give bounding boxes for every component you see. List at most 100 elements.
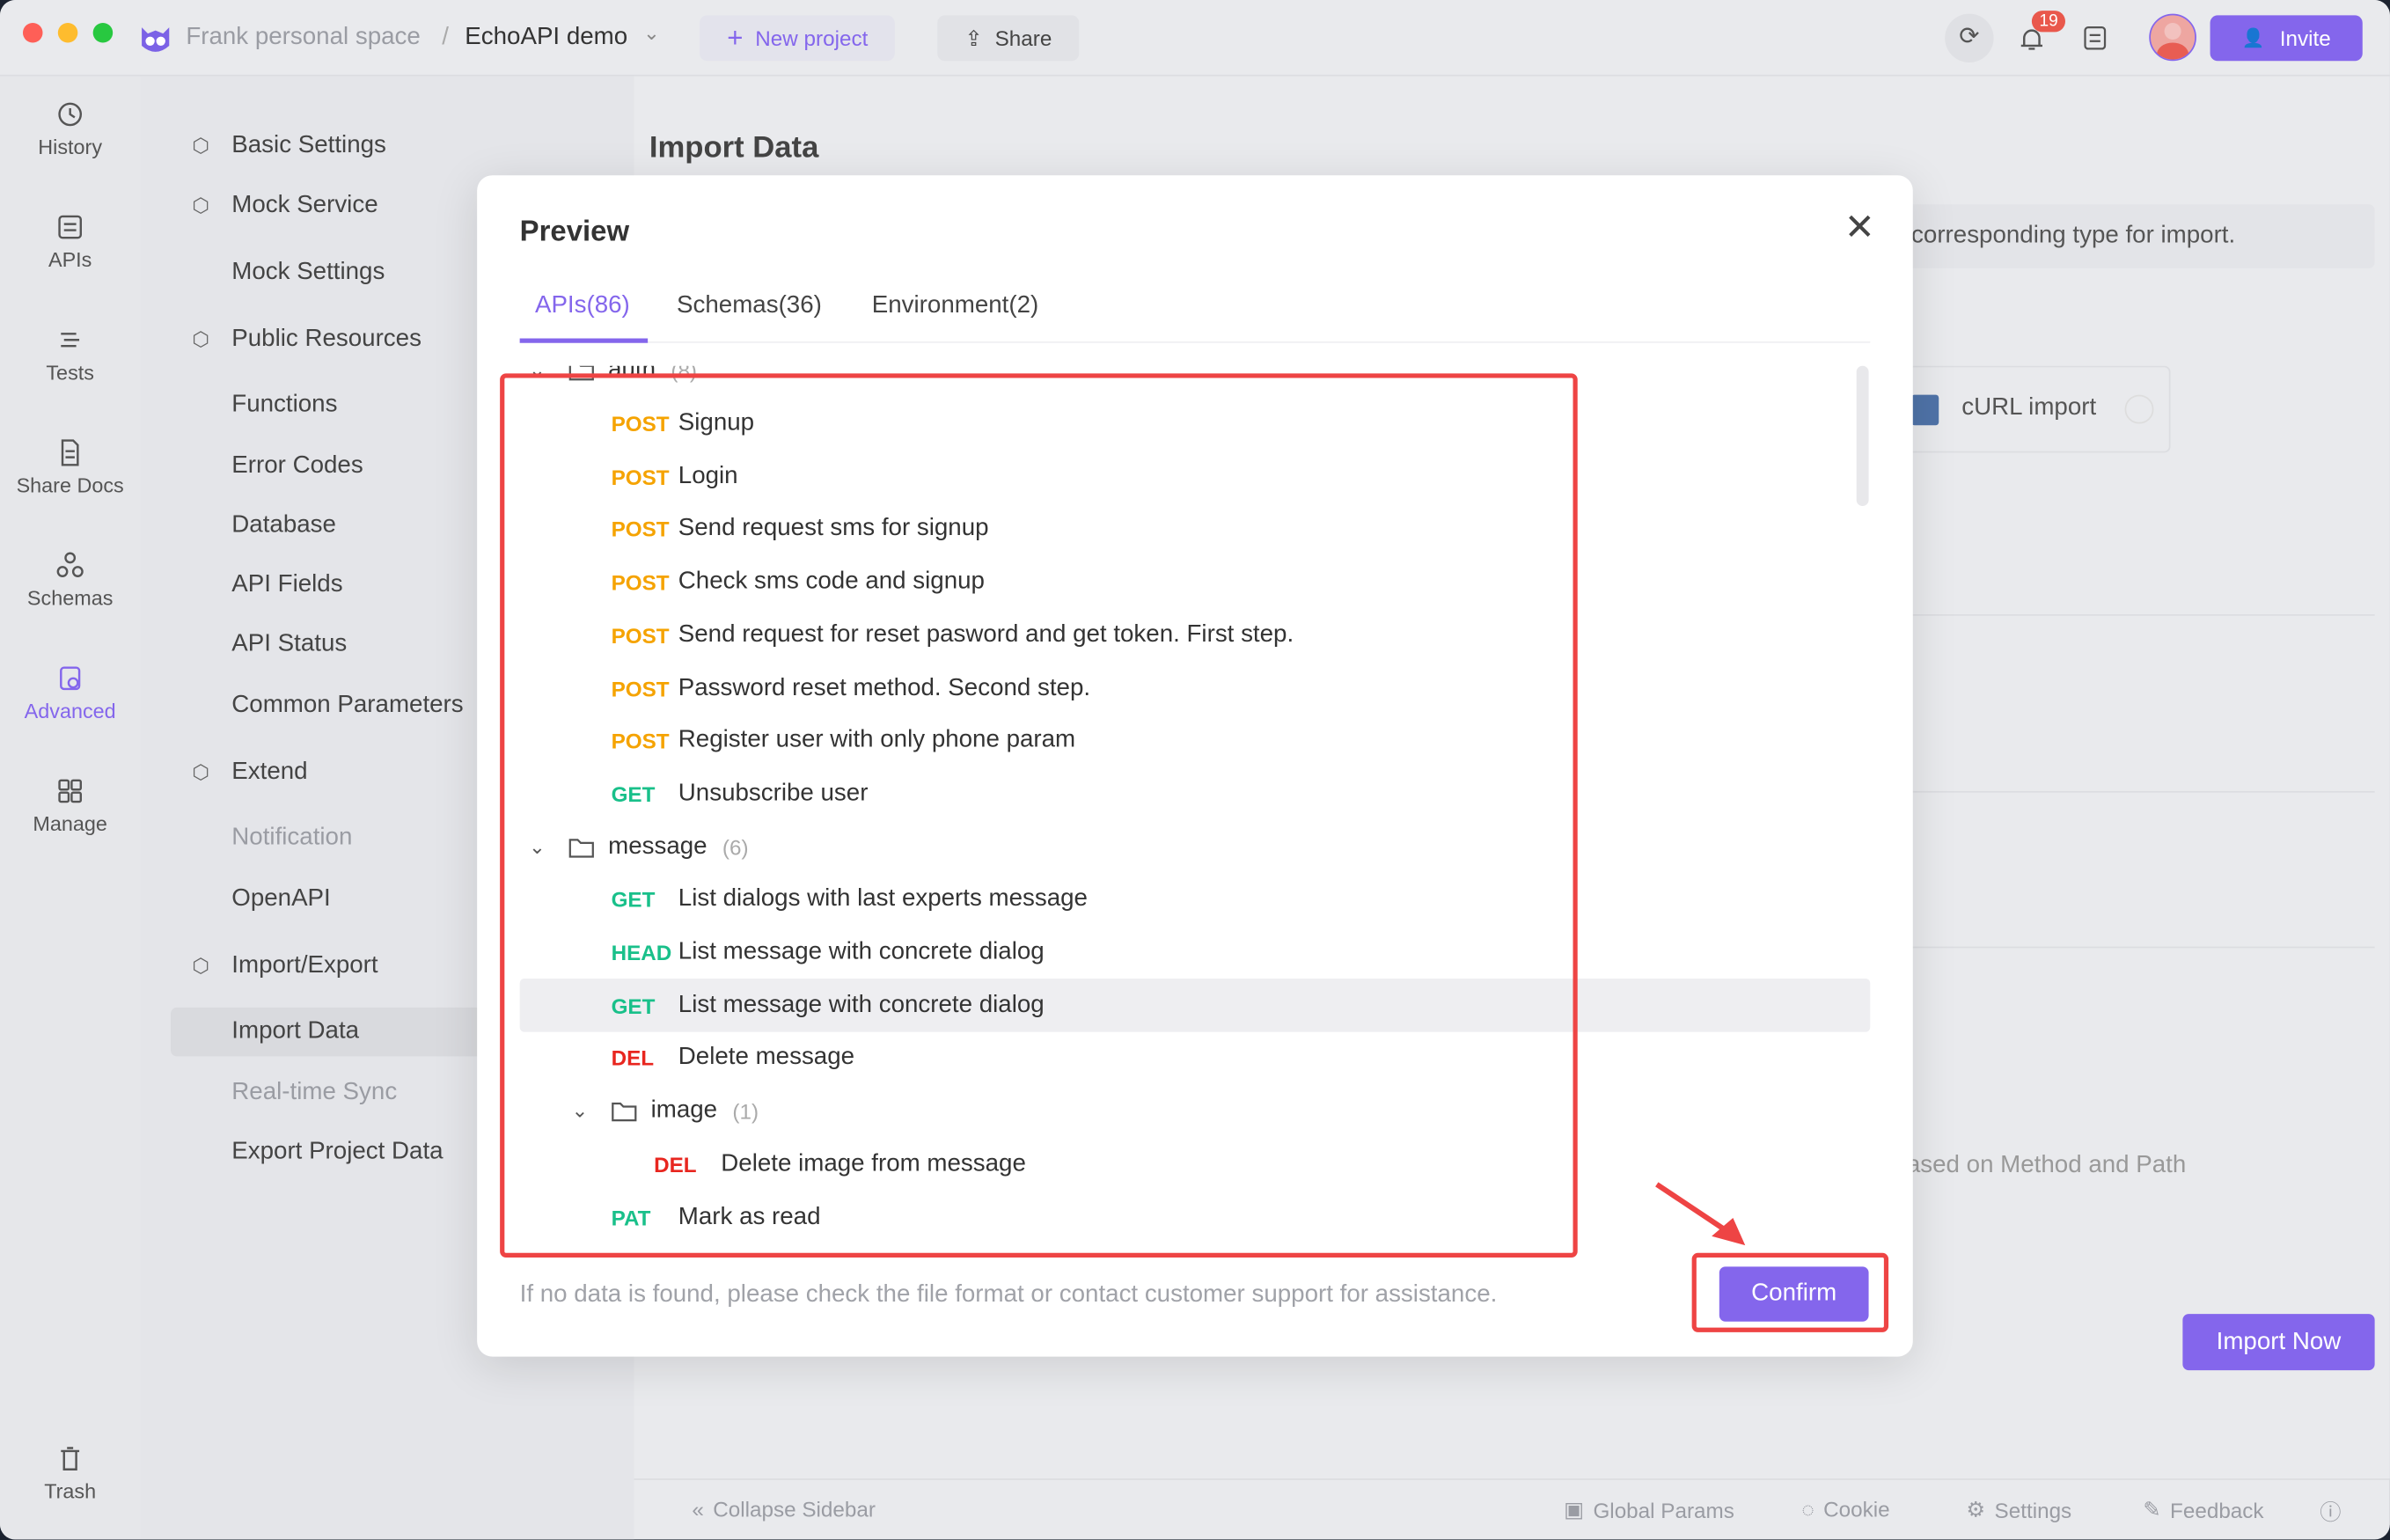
- curl-import-label: cURL import: [1961, 394, 2097, 422]
- nav-item-label: Extend: [231, 759, 308, 786]
- rail-item-share-docs[interactable]: Share Docs: [0, 437, 140, 497]
- nav-item-label: OpenAPI: [231, 885, 331, 912]
- nav-item-label: Mock Service: [231, 192, 378, 218]
- active-tab-indicator: [519, 338, 649, 343]
- project-name[interactable]: EchoAPI demo: [465, 25, 627, 52]
- nav-item-label: Public Resources: [231, 326, 422, 353]
- nav-item-label: Import/Export: [231, 952, 378, 979]
- tab-environment[interactable]: Environment(2): [872, 293, 1038, 320]
- breadcrumb-separator: /: [442, 24, 450, 51]
- nav-item-label: Database: [231, 511, 336, 539]
- rail-item-manage[interactable]: Manage: [0, 776, 140, 836]
- bottom-bar: « Collapse Sidebar ▣ Global Params ◌ Cookie…: [634, 1478, 2390, 1539]
- collapse-sidebar-button[interactable]: « Collapse Sidebar: [692, 1497, 876, 1522]
- trash-icon: [61, 1447, 80, 1470]
- nav-item-label: API Status: [231, 631, 348, 657]
- match-rule-text: ased on Method and Path: [1906, 1152, 2187, 1178]
- settings-button[interactable]: ⚙ Settings: [1966, 1497, 2071, 1522]
- tab-apis[interactable]: APIs(86): [535, 293, 630, 320]
- manage-icon: [58, 779, 83, 803]
- gear-icon: ⚙: [1966, 1496, 1986, 1522]
- divider: [1899, 614, 2375, 616]
- rail-item-schemas[interactable]: Schemas: [0, 550, 140, 610]
- rail-item-advanced[interactable]: Advanced: [0, 663, 140, 722]
- close-icon[interactable]: ✕: [1844, 206, 1875, 250]
- annotation-arrow-icon: [1655, 1182, 1746, 1246]
- nav-item-label: Functions: [231, 392, 338, 418]
- history-icon: [58, 102, 83, 127]
- nav-item-icon: ⬡: [192, 134, 209, 158]
- tab-schemas[interactable]: Schemas(36): [677, 293, 822, 320]
- rail-item-apis[interactable]: APIs: [0, 212, 140, 272]
- new-project-label: New project: [755, 26, 869, 51]
- nav-item-label: Real-time Sync: [231, 1079, 398, 1105]
- import-now-button[interactable]: Import Now: [2182, 1314, 2375, 1371]
- plus-icon: +: [727, 22, 744, 53]
- nav-item-basic-settings[interactable]: ⬡ Basic Settings: [171, 122, 628, 171]
- rail-item-label: APIs: [48, 248, 92, 272]
- invite-label: Invite: [2279, 26, 2331, 51]
- double-chevron-left-icon: «: [692, 1496, 704, 1522]
- rail-item-label: Share Docs: [16, 473, 124, 497]
- close-window-button[interactable]: [22, 22, 43, 43]
- notification-badge: 19: [2031, 11, 2066, 33]
- confirm-button[interactable]: Confirm: [1719, 1266, 1869, 1322]
- rail-item-label: Tests: [46, 361, 94, 385]
- maximize-window-button[interactable]: [92, 22, 114, 43]
- collapse-label: Collapse Sidebar: [713, 1496, 876, 1522]
- icon-rail: History APIs Tests Share Docs Schemas Advance…: [0, 76, 141, 1540]
- share-button[interactable]: ⇪ Share: [937, 15, 1080, 62]
- nav-item-label: API Fields: [231, 571, 343, 598]
- rail-item-label: Trash: [44, 1479, 97, 1503]
- divider: [1899, 790, 2375, 793]
- new-project-button[interactable]: + New project: [700, 15, 896, 62]
- advanced-icon: [60, 666, 81, 691]
- feedback-button[interactable]: ✎ Feedback: [2143, 1497, 2263, 1522]
- preview-modal: Preview ✕ APIs(86) Schemas(36) Environment…: [477, 175, 1913, 1357]
- hint-text: corresponding type for import.: [1911, 222, 2236, 249]
- global-params-label: Global Params: [1593, 1497, 1734, 1522]
- help-icon[interactable]: ⓘ: [2320, 1497, 2341, 1528]
- nav-item-label: Error Codes: [231, 452, 363, 479]
- add-user-icon: 👤: [2241, 27, 2265, 49]
- nav-item-icon: ⬡: [192, 193, 209, 216]
- share-label: Share: [994, 26, 1052, 51]
- sync-icon[interactable]: ⟳: [1945, 13, 1994, 63]
- nav-item-label: Import Data: [231, 1018, 360, 1045]
- tabs-divider: [519, 341, 1871, 343]
- minimize-window-button[interactable]: [57, 22, 78, 43]
- rail-item-tests[interactable]: Tests: [0, 325, 140, 385]
- nav-item-label: Notification: [231, 825, 353, 851]
- rail-item-label: Manage: [33, 812, 107, 836]
- divider: [1899, 946, 2375, 949]
- rail-item-label: History: [38, 136, 103, 159]
- page-title: Import Data: [649, 130, 819, 165]
- feedback-icon: ✎: [2143, 1496, 2161, 1522]
- feedback-label: Feedback: [2170, 1497, 2264, 1522]
- workspace-name[interactable]: Frank personal space: [186, 25, 420, 52]
- invite-button[interactable]: 👤 Invite: [2210, 15, 2363, 62]
- schemas-icon: [56, 552, 84, 577]
- global-params-icon: ▣: [1564, 1496, 1585, 1522]
- share-icon: ⇪: [964, 25, 983, 50]
- global-params-button[interactable]: ▣ Global Params: [1564, 1497, 1734, 1522]
- footer-note: If no data is found, please check the fi…: [519, 1281, 1498, 1309]
- rail-item-history[interactable]: History: [0, 99, 140, 159]
- modal-title: Preview: [519, 216, 630, 249]
- nav-item-icon: ⬡: [192, 760, 209, 784]
- curl-import-radio[interactable]: [2124, 394, 2154, 424]
- apis-icon: [58, 215, 83, 239]
- nav-item-label: Basic Settings: [231, 132, 386, 159]
- chevron-down-icon[interactable]: ⌄: [643, 21, 660, 46]
- top-bar: Frank personal space / EchoAPI demo ⌄ + N…: [0, 0, 2390, 77]
- nav-item-icon: ⬡: [192, 954, 209, 978]
- avatar[interactable]: [2149, 13, 2196, 62]
- rail-item-trash[interactable]: Trash: [0, 1443, 140, 1503]
- file-import-icon: [1911, 394, 1939, 426]
- settings-label: Settings: [1994, 1497, 2072, 1522]
- echoapi-logo-icon: [142, 27, 170, 52]
- annotation-highlight-box: [500, 373, 1578, 1258]
- rail-item-label: Advanced: [24, 700, 116, 723]
- notes-icon[interactable]: [2084, 26, 2107, 50]
- cookie-button[interactable]: ◌ Cookie: [1801, 1497, 1889, 1522]
